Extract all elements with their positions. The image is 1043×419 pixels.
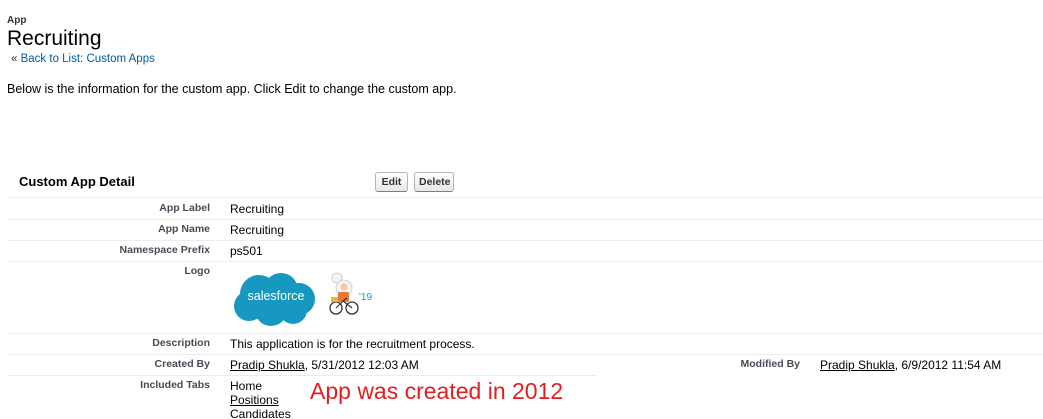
mascot-bicycle-icon (329, 272, 359, 315)
edit-button[interactable]: Edit (375, 172, 408, 192)
section-title: Custom App Detail (19, 174, 135, 189)
intro-text: Below is the information for the custom … (7, 82, 457, 96)
modified-by-value: Pradip Shukla, 6/9/2012 11:54 AM (820, 358, 1001, 372)
divider (7, 375, 597, 376)
included-tabs-label: Included Tabs (140, 379, 210, 391)
back-to-list-link[interactable]: Back to List: Custom Apps (21, 53, 155, 65)
modified-by-date: , 6/9/2012 11:54 AM (894, 358, 1002, 372)
divider (7, 261, 1043, 262)
salesforce-cloud-icon: salesforce '19 (234, 272, 372, 326)
divider (7, 240, 1043, 241)
description-value: This application is for the recruitment … (230, 337, 475, 351)
logo-brand-text: salesforce (248, 289, 305, 303)
tab-candidates-link[interactable]: Candidates (230, 407, 291, 419)
namespace-prefix-value: ps501 (230, 244, 263, 258)
created-by-value: Pradip Shukla, 5/31/2012 12:03 AM (230, 358, 419, 372)
salesforce-logo: salesforce '19 (233, 270, 378, 328)
namespace-prefix-label: Namespace Prefix (119, 244, 210, 256)
app-label-value: Recruiting (230, 202, 285, 216)
divider (7, 219, 1043, 220)
logo-label: Logo (184, 265, 210, 277)
description-label: Description (152, 337, 210, 349)
logo-badge-text: '19 (359, 292, 372, 303)
app-name-label: App Name (158, 223, 210, 235)
modified-by-user-link[interactable]: Pradip Shukla (820, 358, 895, 372)
divider (7, 333, 1043, 334)
page-type-label: App (7, 15, 27, 26)
back-arrow-icon: « (11, 53, 18, 65)
modified-by-label: Modified By (740, 358, 801, 370)
divider (7, 354, 1043, 355)
included-tabs-list: Home Positions Candidates (230, 379, 291, 419)
page-title: Recruiting (7, 27, 102, 50)
created-by-label: Created By (154, 358, 210, 370)
app-name-value: Recruiting (230, 223, 285, 237)
annotation-text: App was created in 2012 (310, 378, 564, 404)
created-by-date: , 5/31/2012 12:03 AM (304, 358, 419, 372)
tab-home: Home (230, 379, 263, 393)
divider (7, 197, 1043, 198)
app-label-label: App Label (159, 202, 210, 214)
delete-button[interactable]: Delete (414, 172, 454, 192)
breadcrumb: « Back to List: Custom Apps (11, 53, 155, 65)
created-by-user-link[interactable]: Pradip Shukla (230, 358, 305, 372)
page: App Recruiting « Back to List: Custom Ap… (0, 0, 1043, 419)
tab-positions-link[interactable]: Positions (230, 393, 279, 407)
